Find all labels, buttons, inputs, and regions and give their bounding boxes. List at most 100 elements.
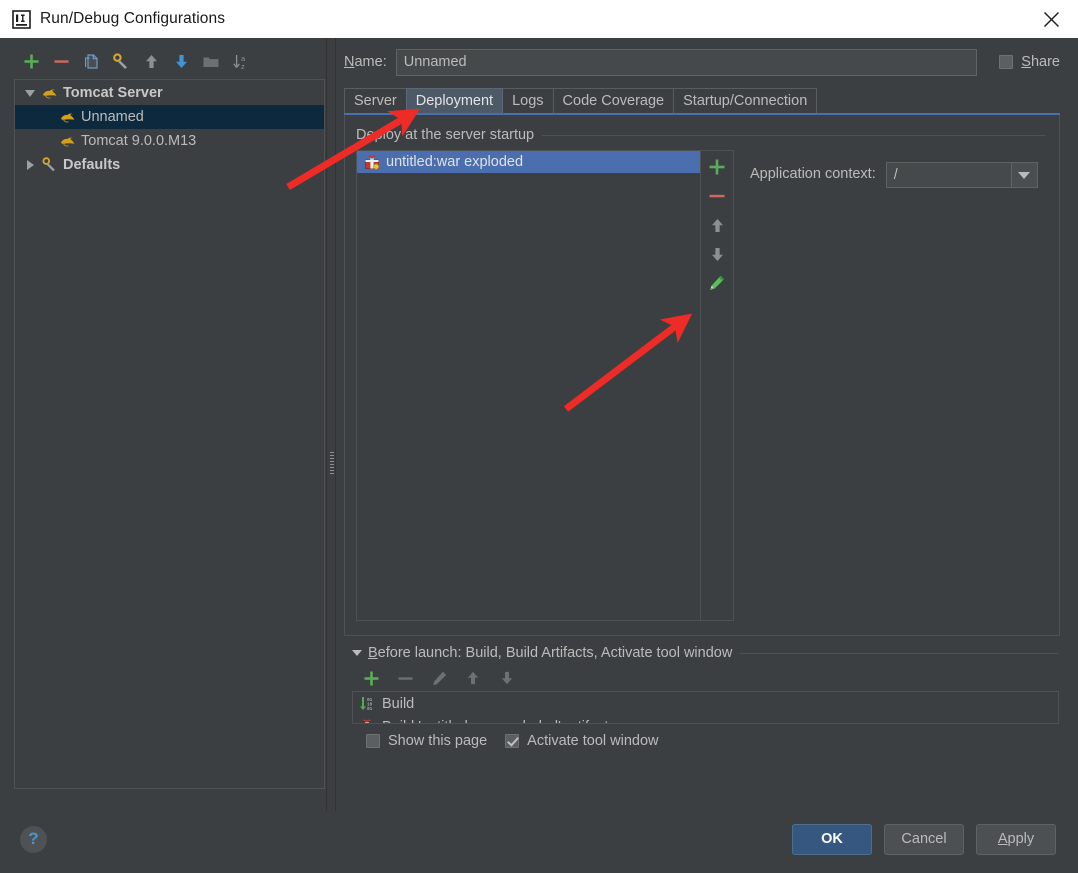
deployment-list-wrapper: untitled:war exploded <box>356 150 734 621</box>
configuration-editor-pane: Name: Share Server Deployment Logs Code … <box>336 38 1078 811</box>
name-label-mnemonic: N <box>344 54 355 70</box>
deployment-list[interactable]: untitled:war exploded <box>357 151 700 620</box>
tab-server[interactable]: Server <box>344 88 407 113</box>
tree-node-label: Unnamed <box>81 109 144 125</box>
application-context-combo[interactable]: / <box>885 162 1038 188</box>
edit-before-launch-task-button[interactable] <box>426 665 452 691</box>
wrench-icon[interactable] <box>108 49 134 75</box>
twisty-collapsed-icon[interactable] <box>21 160 39 170</box>
wrench-icon <box>39 156 59 174</box>
edit-deployment-button[interactable] <box>706 272 728 294</box>
remove-before-launch-task-button[interactable] <box>392 665 418 691</box>
configurations-toolbar: a z <box>14 46 326 77</box>
twisty-expanded-icon[interactable] <box>21 89 39 97</box>
twisty-expanded-icon[interactable] <box>352 650 362 656</box>
list-item[interactable]: 01 10 01 Build <box>353 692 1058 715</box>
deploy-group-header: Deploy at the server startup <box>356 127 1045 143</box>
show-this-page-option[interactable]: Show this page <box>366 733 487 749</box>
tree-node-label: Tomcat Server <box>63 85 163 101</box>
move-down-deployment-button[interactable] <box>706 243 728 265</box>
window-title: Run/Debug Configurations <box>40 10 226 27</box>
svg-text:z: z <box>241 62 245 71</box>
pane-splitter[interactable] <box>326 38 336 811</box>
activate-tool-window-label: Activate tool window <box>527 733 659 749</box>
move-up-deployment-button[interactable] <box>706 214 728 236</box>
ok-button[interactable]: OK <box>792 823 872 855</box>
build-icon: 01 10 01 <box>357 695 377 713</box>
application-context-label: Application context: <box>750 166 876 182</box>
configurations-tree[interactable]: Tomcat Server Unnamed Tomcat 9.0.0.M13 D… <box>14 79 325 789</box>
deployment-list-toolbar <box>700 151 733 620</box>
before-launch-toolbar <box>352 665 1059 691</box>
tree-node-tomcat-9[interactable]: Tomcat 9.0.0.M13 <box>15 129 324 153</box>
list-item-label: Build <box>382 695 415 712</box>
chevron-down-icon[interactable] <box>1010 163 1037 187</box>
before-launch-title: Before launch: Build, Build Artifacts, A… <box>368 645 732 661</box>
run-debug-configurations-dialog: Run/Debug Configurations a z Tomcat Serv… <box>0 0 1078 873</box>
remove-deployment-button[interactable] <box>706 185 728 207</box>
tab-startup-connection[interactable]: Startup/Connection <box>673 88 818 113</box>
tree-node-defaults[interactable]: Defaults <box>15 153 324 177</box>
svg-text:01: 01 <box>367 707 373 711</box>
configurations-pane: a z Tomcat Server Unnamed Tomcat 9.0.0.M… <box>0 38 326 811</box>
before-launch-title-rest: efore launch: Build, Build Artifacts, Ac… <box>377 645 733 661</box>
group-divider <box>542 134 1045 136</box>
before-launch-task-list[interactable]: 01 10 01 Build <box>352 691 1059 724</box>
deployment-area: untitled:war exploded Application contex… <box>356 150 1045 621</box>
list-item-label: untitled:war exploded <box>386 154 524 170</box>
tab-deployment[interactable]: Deployment <box>405 88 504 113</box>
name-label-rest: ame: <box>354 54 387 70</box>
move-down-button[interactable] <box>168 49 194 75</box>
configuration-tabs[interactable]: Server Deployment Logs Code Coverage Sta… <box>344 88 1060 113</box>
move-up-before-launch-task-button[interactable] <box>460 665 486 691</box>
cancel-button[interactable]: Cancel <box>884 823 964 855</box>
apply-rest: pply <box>1007 831 1035 847</box>
show-this-page-checkbox[interactable] <box>366 734 380 748</box>
intellij-idea-icon <box>12 9 31 29</box>
copy-configuration-button[interactable] <box>78 49 104 75</box>
tree-node-unnamed[interactable]: Unnamed <box>15 105 324 129</box>
activate-tool-window-checkbox[interactable] <box>505 734 520 748</box>
dialog-footer: ? OK Cancel Apply <box>0 811 1078 873</box>
list-item[interactable]: Build 'untitled:war exploded' artifact <box>353 715 1058 723</box>
apply-mnemonic: A <box>997 831 1008 847</box>
application-context-value[interactable]: / <box>887 163 1011 187</box>
share-label: Share <box>1021 54 1060 70</box>
before-launch-options: Show this page Activate tool window <box>352 724 1059 749</box>
title-bar: Run/Debug Configurations <box>0 0 1078 38</box>
activate-tool-window-option[interactable]: Activate tool window <box>505 733 659 749</box>
tree-node-tomcat-server[interactable]: Tomcat Server <box>15 81 324 105</box>
add-before-launch-task-button[interactable] <box>358 665 384 691</box>
share-rest: hare <box>1030 54 1060 70</box>
help-button[interactable]: ? <box>20 825 47 853</box>
before-launch-section: Before launch: Build, Build Artifacts, A… <box>344 636 1060 749</box>
tomcat-icon <box>39 84 59 102</box>
list-item[interactable]: untitled:war exploded <box>357 151 700 173</box>
share-checkbox-group[interactable]: Share <box>999 54 1060 70</box>
show-this-page-label: Show this page <box>388 733 488 749</box>
deployment-tab-panel: Deploy at the server startup untitled:wa… <box>344 115 1060 636</box>
add-configuration-button[interactable] <box>18 49 44 75</box>
before-launch-header[interactable]: Before launch: Build, Build Artifacts, A… <box>352 645 1059 661</box>
name-input[interactable] <box>395 48 978 76</box>
add-deployment-button[interactable] <box>706 156 728 178</box>
move-down-before-launch-task-button[interactable] <box>494 665 520 691</box>
tab-code-coverage[interactable]: Code Coverage <box>552 88 675 113</box>
remove-configuration-button[interactable] <box>48 49 74 75</box>
apply-button[interactable]: Apply <box>976 823 1056 855</box>
tomcat-icon <box>57 108 77 126</box>
application-context-area: Application context: / <box>734 150 1045 621</box>
deploy-group-label: Deploy at the server startup <box>356 127 535 143</box>
share-mnemonic: S <box>1021 54 1031 70</box>
tree-node-label: Defaults <box>63 157 121 173</box>
folder-icon[interactable] <box>198 49 224 75</box>
dialog-body: a z Tomcat Server Unnamed Tomcat 9.0.0.M… <box>0 38 1078 811</box>
tab-logs[interactable]: Logs <box>502 88 554 113</box>
splitter-grip-icon[interactable] <box>330 452 334 474</box>
share-checkbox[interactable] <box>999 55 1014 69</box>
sort-alpha-icon[interactable]: a z <box>228 49 254 75</box>
close-icon[interactable] <box>1030 1 1072 37</box>
tomcat-icon <box>57 132 77 150</box>
move-up-button[interactable] <box>138 49 164 75</box>
name-row: Name: Share <box>344 46 1060 78</box>
